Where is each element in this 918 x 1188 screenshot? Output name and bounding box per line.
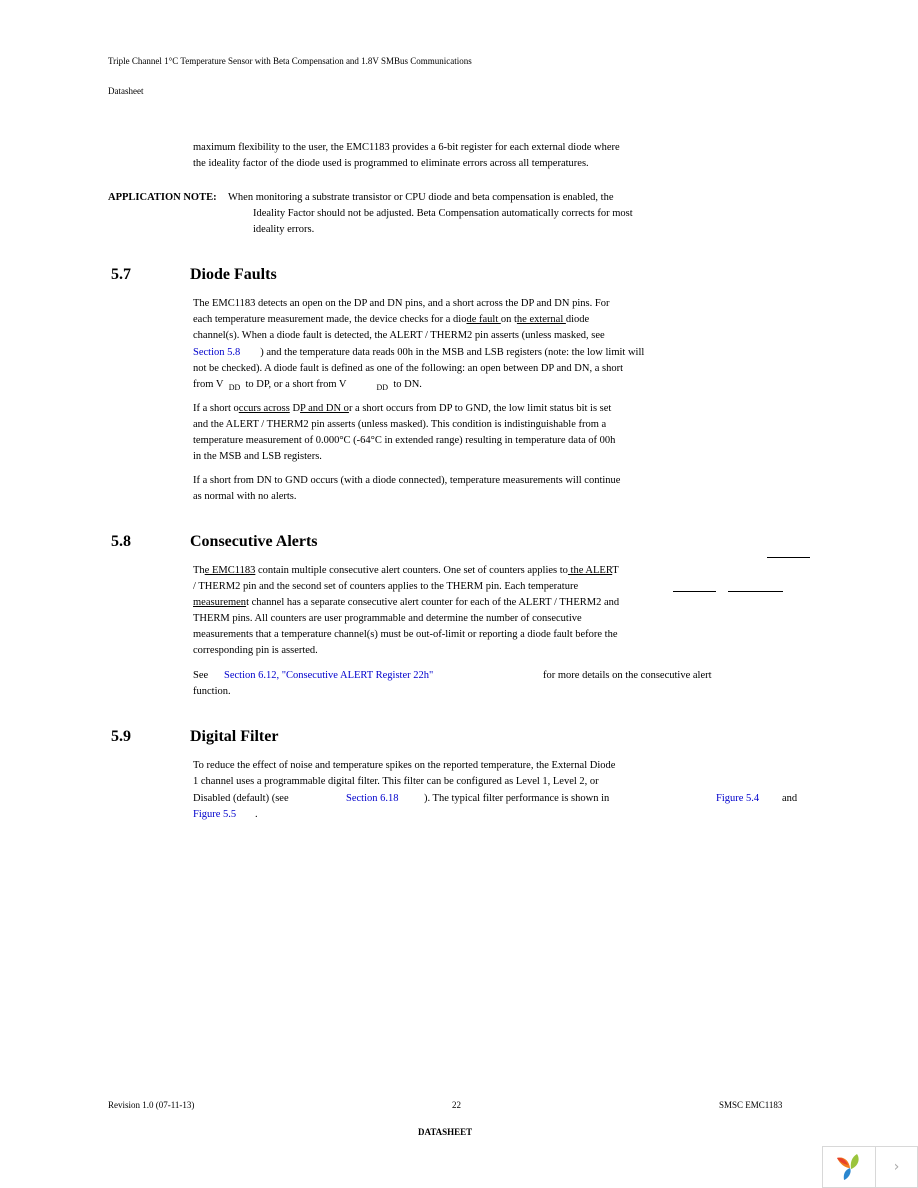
diode-faults-line-2: each temperature measurement made, the d… (193, 314, 589, 325)
text: he external (516, 314, 566, 325)
document-header-subtitle: Datasheet (108, 86, 144, 96)
document-header-title: Triple Channel 1°C Temperature Sensor wi… (108, 56, 472, 66)
footer-product: SMSC EMC1183 (719, 1100, 783, 1110)
text: the ALER (567, 565, 613, 576)
consecutive-alerts-see: See (193, 670, 209, 681)
viewer-nav-widget: › (822, 1146, 918, 1188)
app-note-line-3: ideality errors. (253, 224, 315, 235)
diode-faults-p2-line-2: and the ALERT / THERM2 pin asserts (unle… (193, 419, 607, 430)
text: diode (565, 314, 590, 325)
text: If a short o (193, 403, 239, 414)
consecutive-alerts-line-4: THERM pins. All counters are user progra… (193, 613, 582, 624)
diode-faults-p2-line-3: temperature measurement of 0.000°C (-64°… (193, 435, 616, 446)
app-note-label: APPLICATION NOTE: (108, 192, 217, 203)
consecutive-alerts-line-1: The EMC1183 contain multiple consecutive… (193, 565, 619, 576)
consecutive-alerts-line-3: measurement channel has a separate conse… (193, 597, 619, 608)
consecutive-alerts-line-6: corresponding pin is asserted. (193, 645, 318, 656)
intro-line-1: maximum flexibility to the user, the EMC… (193, 142, 620, 153)
section-title: Diode Faults (190, 266, 277, 283)
text: Th (193, 565, 205, 576)
text: r a short occurs from DP to GND, the low… (348, 403, 612, 414)
footer-page-number: 22 (452, 1100, 461, 1110)
stray-underline (728, 591, 783, 592)
yii-logo-icon[interactable] (823, 1147, 876, 1187)
subscript: DD (376, 383, 389, 392)
text: on t (500, 314, 517, 325)
diode-faults-p3-line-2: as normal with no alerts. (193, 491, 297, 502)
text: P and DN o (300, 403, 349, 414)
diode-faults-line-1: The EMC1183 detects an open on the DP an… (193, 298, 610, 309)
digital-filter-line-1: To reduce the effect of noise and temper… (193, 760, 616, 771)
section-6-18-link[interactable]: Section 6.18 (346, 793, 399, 804)
section-number: 5.9 (111, 728, 131, 745)
diode-faults-p2-line-4: in the MSB and LSB registers. (193, 451, 322, 462)
text: to DN. (393, 379, 422, 390)
digital-filter-line-3c: and (782, 793, 798, 804)
footer-revision: Revision 1.0 (07-11-13) (108, 1100, 195, 1110)
digital-filter-line-3b: ). The typical filter performance is sho… (424, 793, 610, 804)
text: D (289, 403, 301, 414)
text: contain multiple consecutive alert count… (255, 565, 568, 576)
consecutive-alerts-see-line-2: function. (193, 686, 231, 697)
diode-faults-p2-line-1: If a short occurs across DP and DN or a … (193, 403, 611, 414)
text: ) and the temperature data reads 00h in … (260, 347, 645, 358)
text: to DP, or a short from V (245, 379, 347, 390)
footer-datasheet-label: DATASHEET (418, 1127, 473, 1137)
app-note-line-2: Ideality Factor should not be adjusted. … (253, 208, 633, 219)
text: T (612, 565, 619, 576)
next-page-button[interactable]: › (876, 1147, 917, 1187)
digital-filter-line-2: 1 channel uses a programmable digital fi… (193, 776, 599, 787)
diode-faults-p3-line-1: If a short from DN to GND occurs (with a… (193, 475, 621, 486)
diode-faults-line-5: not be checked). A diode fault is define… (193, 363, 623, 374)
section-number: 5.7 (111, 266, 131, 283)
section-title: Consecutive Alerts (190, 533, 318, 550)
digital-filter-line-3a: Disabled (default) (see (193, 793, 289, 804)
figure-5-4-link[interactable]: Figure 5.4 (716, 793, 759, 804)
text: de fault (466, 314, 501, 325)
section-6-12-link[interactable]: Section 6.12, "Consecutive ALERT Registe… (224, 670, 433, 681)
text: each temperature measurement made, the d… (193, 314, 467, 325)
section-number: 5.8 (111, 533, 131, 550)
consecutive-alerts-line-2: / THERM2 pin and the second set of count… (193, 581, 579, 592)
diode-faults-line-6: from V DD to DP, or a short from V DD to … (193, 379, 422, 392)
section-title: Digital Filter (190, 728, 279, 745)
text: ccurs across (238, 403, 290, 414)
section-5-8-link[interactable]: Section 5.8 (193, 347, 240, 358)
text: t channel has a separate consecutive ale… (246, 597, 620, 608)
digital-filter-line-4: . (255, 809, 258, 820)
text: from V (193, 379, 224, 390)
subscript: DD (228, 383, 241, 392)
stray-underline (673, 591, 716, 592)
diode-faults-line-4: Section 5.8 ) and the temperature data re… (193, 347, 644, 358)
text: measuremen (193, 597, 247, 608)
consecutive-alerts-line-5: measurements that a temperature channel(… (193, 629, 618, 640)
app-note-line-1: When monitoring a substrate transistor o… (228, 192, 614, 203)
diode-faults-line-3: channel(s). When a diode fault is detect… (193, 330, 605, 341)
stray-underline (767, 557, 810, 558)
chevron-right-icon: › (893, 1159, 900, 1175)
figure-5-5-link[interactable]: Figure 5.5 (193, 809, 236, 820)
text: e EMC1183 (204, 565, 256, 576)
consecutive-alerts-see-rest: for more details on the consecutive aler… (543, 670, 712, 681)
intro-line-2: the ideality factor of the diode used is… (193, 158, 589, 169)
